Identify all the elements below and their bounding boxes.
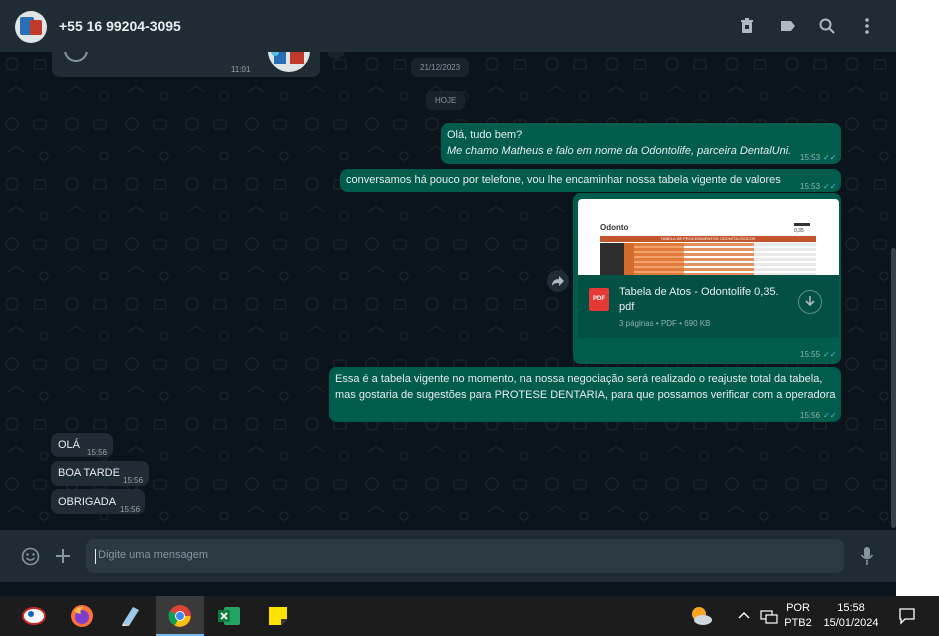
emoji-icon[interactable] — [21, 547, 40, 566]
preview-logo: Odonto — [600, 223, 629, 232]
read-ticks-icon: ✓✓ — [823, 411, 837, 420]
message-text: mas gostaria de sugestões para PROTESE D… — [335, 389, 836, 401]
message-time: 11:01 — [231, 65, 251, 74]
preview-title: TABELA DE PROCEDIMENTOS ODONTOLÓGICOS — [600, 236, 816, 242]
label-icon[interactable] — [778, 16, 798, 36]
message-text: Olá, tudo bem? — [447, 129, 523, 141]
search-icon[interactable] — [817, 16, 837, 36]
read-ticks-icon: ✓✓ — [823, 153, 837, 162]
incoming-message[interactable]: BOA TARDE 15:56 — [51, 461, 149, 486]
background-window — [896, 0, 939, 596]
language-indicator[interactable]: POR PTB2 — [784, 601, 812, 631]
delete-icon[interactable] — [737, 16, 757, 36]
preview-table — [600, 243, 816, 275]
contact-name[interactable]: +55 16 99204-3095 — [59, 18, 181, 34]
weather-icon[interactable] — [688, 604, 714, 628]
chat-header: +55 16 99204-3095 — [0, 0, 896, 52]
contact-avatar[interactable] — [15, 11, 47, 43]
document-info[interactable]: PDF Tabela de Atos - Odontolife 0,35. pd… — [578, 275, 839, 338]
clock-date: 15/01/2024 — [823, 617, 879, 629]
message-text: BOA TARDE — [58, 467, 120, 479]
audio-message[interactable]: 11:01 — [52, 52, 320, 77]
document-meta: 3 páginas • PDF • 690 KB — [619, 319, 711, 328]
text-cursor — [95, 549, 96, 564]
microphone-icon[interactable] — [860, 546, 874, 566]
message-input[interactable]: Digite uma mensagem — [86, 539, 844, 573]
incoming-message[interactable]: OBRIGADA 15:56 — [51, 489, 145, 514]
play-icon[interactable] — [64, 52, 88, 62]
outgoing-message[interactable]: Essa é a tabela vigente no momento, na n… — [329, 367, 841, 422]
chrome-icon[interactable] — [156, 596, 204, 636]
document-name: Tabela de Atos - Odontolife 0,35. pdf — [619, 285, 779, 315]
language-code: POR — [786, 602, 810, 614]
date-chip-today: HOJE — [426, 91, 466, 110]
attach-plus-icon[interactable] — [54, 547, 72, 565]
firefox-icon[interactable] — [58, 596, 106, 636]
message-time: 15:53 — [800, 153, 821, 162]
sticky-notes-icon[interactable] — [254, 596, 302, 636]
read-ticks-icon: ✓✓ — [823, 350, 837, 359]
message-composer: Digite uma mensagem — [0, 530, 896, 582]
incoming-message[interactable]: OLÁ 15:56 — [51, 433, 113, 457]
clock-time: 15:58 — [837, 602, 865, 614]
preview-value: 0,35 — [794, 228, 804, 234]
message-time: 15:56 — [87, 448, 108, 457]
pdf-badge: PDF — [593, 296, 605, 302]
forward-icon[interactable] — [547, 270, 569, 292]
chevron-up-icon[interactable] — [737, 608, 751, 622]
outgoing-message[interactable]: Olá, tudo bem? Me chamo Matheus e falo e… — [441, 123, 841, 164]
notification-icon[interactable] — [898, 607, 916, 625]
document-name-line2: pdf — [619, 301, 635, 313]
message-list[interactable]: 11:01 21/12/2023 HOJE Olá, tudo bem? Me … — [0, 52, 896, 530]
app-icon[interactable] — [10, 596, 58, 636]
notes-icon[interactable] — [106, 596, 154, 636]
message-text: Me chamo Matheus e falo em nome da Odont… — [447, 145, 792, 157]
message-text: OBRIGADA — [58, 496, 117, 508]
message-text: OLÁ — [58, 439, 81, 451]
keyboard-layout: PTB2 — [784, 617, 812, 629]
message-text: conversamos há pouco por telefone, vou l… — [346, 174, 781, 186]
outgoing-message[interactable]: conversamos há pouco por telefone, vou l… — [340, 169, 841, 192]
date-chip: 21/12/2023 — [411, 58, 470, 77]
whatsapp-window: +55 16 99204-3095 11:01 21/12/2023 HOJE … — [0, 0, 896, 596]
windows-taskbar: POR PTB2 15:58 15/01/2024 — [0, 596, 939, 636]
message-time: 15:56 — [123, 476, 144, 485]
pdf-icon: PDF — [589, 288, 609, 311]
message-text: Essa é a tabela vigente no momento, na n… — [335, 373, 823, 385]
clock[interactable]: 15:58 15/01/2024 — [818, 601, 884, 631]
message-time: 15:56 — [120, 505, 141, 514]
message-time: 15:56 — [800, 411, 821, 420]
menu-icon[interactable] — [857, 16, 877, 36]
message-time: 15:55 — [800, 350, 821, 359]
network-icon[interactable] — [760, 608, 778, 624]
excel-icon[interactable] — [205, 596, 253, 636]
document-preview[interactable]: Odonto 0,35 TABELA DE PROCEDIMENTOS ODON… — [578, 199, 839, 275]
download-icon[interactable] — [798, 290, 822, 314]
document-name-line1: Tabela de Atos - Odontolife 0,35. — [619, 286, 779, 298]
